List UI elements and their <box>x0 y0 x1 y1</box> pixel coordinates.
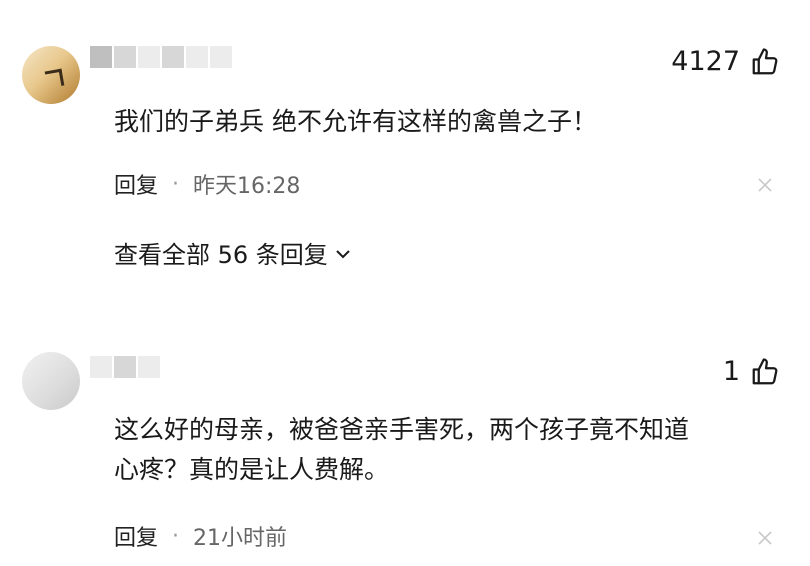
view-all-replies-button[interactable]: 查看全部 56 条回复 <box>114 235 352 270</box>
username-blurred[interactable] <box>90 356 162 380</box>
dismiss-button[interactable] <box>758 530 772 545</box>
comment-item: 1 这么好的母亲，被爸爸亲手害死，两个孩子竟不知道 心疼？真的是让人费解。 回复… <box>0 0 810 551</box>
close-icon <box>758 531 772 545</box>
reply-button[interactable]: 回复 <box>114 520 158 552</box>
like-count: 1 <box>722 356 740 387</box>
meta-separator: · <box>172 523 180 549</box>
thumbs-up-icon <box>752 357 778 384</box>
comment-time: 21小时前 <box>193 526 288 551</box>
comment-text: 这么好的母亲，被爸爸亲手害死，两个孩子竟不知道 心疼？真的是让人费解。 <box>114 415 690 484</box>
view-replies-label: 查看全部 56 条回复 <box>114 241 328 269</box>
chevron-down-icon <box>336 250 350 259</box>
like-button[interactable]: 1 <box>723 356 780 387</box>
comment-meta: 回复 · 21小时前 <box>114 520 287 552</box>
avatar[interactable] <box>22 352 80 410</box>
